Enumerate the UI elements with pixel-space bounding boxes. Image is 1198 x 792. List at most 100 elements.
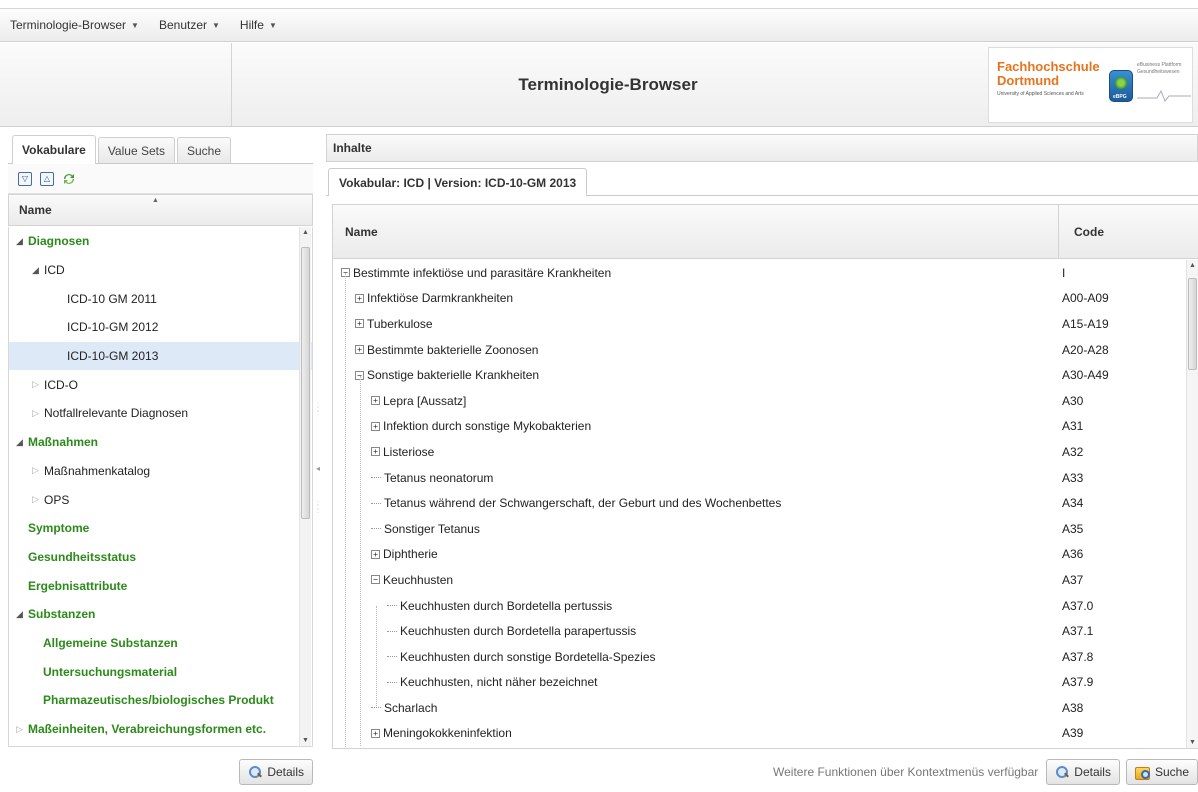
code-cell: A33 <box>1062 470 1084 485</box>
table-row[interactable]: − Keuchhusten A37 <box>333 567 1198 593</box>
table-row[interactable]: + Lepra [Aussatz] A30 <box>333 388 1198 414</box>
column-header-name[interactable]: Name <box>345 205 378 259</box>
concept-name: Diphtherie <box>383 547 438 562</box>
tree-item[interactable]: Untersuchungsmaterial <box>9 657 312 686</box>
tree-item[interactable]: ICD-10 GM 2011 <box>9 284 312 313</box>
search-button-label: Suche <box>1154 764 1189 779</box>
tree-item[interactable]: ▷ Maßnahmenkatalog <box>9 457 312 486</box>
menu-terminologie-browser[interactable]: Terminologie-Browser ▼ <box>10 18 139 32</box>
name-cell: Tetanus neonatorum <box>371 465 493 491</box>
grid-scrollbar[interactable]: ▲ ▼ <box>1186 260 1198 748</box>
expanded-triangle-icon[interactable]: ◢ <box>16 236 28 247</box>
expand-plus-icon[interactable]: + <box>371 447 380 457</box>
table-row[interactable]: Keuchhusten durch Bordetella parapertuss… <box>333 618 1198 644</box>
details-button[interactable]: Details <box>239 758 313 785</box>
expand-plus-icon[interactable]: + <box>371 421 380 431</box>
table-row[interactable]: Sonstiger Tetanus A35 <box>333 516 1198 542</box>
collapsed-triangle-icon[interactable]: ▷ <box>32 408 44 419</box>
menu-benutzer[interactable]: Benutzer ▼ <box>159 18 220 32</box>
collapse-all-icon[interactable]: △ <box>40 171 54 186</box>
table-row[interactable]: + Tuberkulose A15-A19 <box>333 311 1198 337</box>
scrollbar-thumb[interactable] <box>1188 278 1197 370</box>
expanded-triangle-icon[interactable]: ◢ <box>16 609 28 620</box>
name-cell: Keuchhusten durch sonstige Bordetella-Sp… <box>387 644 656 670</box>
tree-item[interactable]: ◢ Diagnosen <box>9 227 312 256</box>
table-row[interactable]: Keuchhusten durch sonstige Bordetella-Sp… <box>333 644 1198 670</box>
expand-plus-icon[interactable]: + <box>355 293 364 303</box>
expand-plus-icon[interactable]: + <box>371 396 380 406</box>
menu-bar: Terminologie-Browser ▼ Benutzer ▼ Hilfe ▼ <box>0 8 1198 42</box>
tree-item[interactable]: Pharmazeutisches/biologisches Produkt <box>9 686 312 715</box>
expanded-triangle-icon[interactable]: ◢ <box>16 437 28 448</box>
code-cell: A30-A49 <box>1062 368 1109 383</box>
concept-name: Bestimmte bakterielle Zoonosen <box>367 342 539 357</box>
table-row[interactable]: Tetanus während der Schwangerschaft, der… <box>333 490 1198 516</box>
tree-item[interactable]: ▷ Notfallrelevante Diagnosen <box>9 399 312 428</box>
tree-item[interactable]: ▷ OPS <box>9 485 312 514</box>
scrollbar-thumb[interactable] <box>301 247 310 519</box>
menu-hilfe[interactable]: Hilfe ▼ <box>240 18 277 32</box>
table-row[interactable]: + Diphtherie A36 <box>333 542 1198 568</box>
table-row[interactable]: Keuchhusten durch Bordetella pertussis A3… <box>333 593 1198 619</box>
scroll-up-icon[interactable]: ▲ <box>302 229 309 236</box>
tree-guide-line <box>360 376 361 746</box>
scroll-down-icon[interactable]: ▼ <box>302 737 309 744</box>
menu-label: Terminologie-Browser <box>10 18 127 32</box>
tree-item[interactable]: ◢ Maßnahmen <box>9 428 312 457</box>
table-row[interactable]: + Bestimmte bakterielle Zoonosen A20-A28 <box>333 337 1198 363</box>
tree-scrollbar[interactable]: ▲ ▼ <box>299 227 311 746</box>
tree-item[interactable]: Allgemeine Substanzen <box>9 629 312 658</box>
collapsed-triangle-icon[interactable]: ▷ <box>16 724 28 735</box>
tab-value-sets[interactable]: Value Sets <box>97 137 175 163</box>
tree-item[interactable]: ICD-10-GM 2013 <box>9 341 312 371</box>
collapse-left-icon[interactable]: ◂ <box>316 464 320 473</box>
concept-name: Infektiöse Darmkrankheiten <box>367 291 514 306</box>
tree-item[interactable]: ◢ ICD <box>9 256 312 285</box>
panel-splitter[interactable]: ::: ◂ ::: <box>314 134 324 789</box>
collapsed-triangle-icon[interactable]: ▷ <box>32 465 44 476</box>
expanded-triangle-icon[interactable]: ◢ <box>32 265 44 276</box>
table-row[interactable]: + Listeriose A32 <box>333 439 1198 465</box>
table-row[interactable]: − Sonstige bakterielle Krankheiten A30-A49 <box>333 362 1198 388</box>
collapsed-triangle-icon[interactable]: ▷ <box>32 379 44 390</box>
table-row[interactable]: Tetanus neonatorum A33 <box>333 465 1198 491</box>
column-header-code[interactable]: Code <box>1074 205 1104 259</box>
table-row[interactable]: + Meningokokkeninfektion A39 <box>333 721 1198 747</box>
scroll-down-icon[interactable]: ▼ <box>1189 739 1196 746</box>
scroll-up-icon[interactable]: ▲ <box>1189 262 1196 269</box>
expand-all-icon[interactable]: ▽ <box>18 171 32 186</box>
tab-vocabulary-version[interactable]: Vokabular: ICD | Version: ICD-10-GM 2013 <box>328 168 588 196</box>
expand-plus-icon[interactable]: + <box>371 728 380 738</box>
collapsed-triangle-icon[interactable]: ▷ <box>32 494 44 505</box>
search-button[interactable]: Suche <box>1125 758 1198 785</box>
refresh-icon[interactable] <box>62 172 76 186</box>
table-row[interactable]: Keuchhusten, nicht näher bezeichnet A37.9 <box>333 670 1198 696</box>
tree-item[interactable]: Ergebnisattribute <box>9 571 312 600</box>
collapse-minus-icon[interactable]: − <box>371 575 380 585</box>
table-row[interactable]: − Bestimmte infektiöse und parasitäre Kra… <box>333 260 1198 286</box>
concept-name: Sonstiger Tetanus <box>384 521 480 536</box>
tree-item[interactable]: ▷ Maßeinheiten, Verabreichungsformen etc. <box>9 715 312 744</box>
tab-suche[interactable]: Suche <box>176 137 231 163</box>
concept-name: Scharlach <box>384 700 438 715</box>
code-cell: I <box>1062 265 1066 280</box>
expand-plus-icon[interactable]: + <box>355 319 364 329</box>
tree-item-label: Allgemeine Substanzen <box>43 635 178 650</box>
tree-item[interactable]: ▷ ICD-O <box>9 370 312 399</box>
tab-vokabulare[interactable]: Vokabulare <box>12 135 96 164</box>
tree-item[interactable]: Gesundheitsstatus <box>9 543 312 572</box>
expand-plus-icon[interactable]: + <box>355 345 364 355</box>
table-row[interactable]: + Infektion durch sonstige Mykobakterien A… <box>333 414 1198 440</box>
tree-item[interactable]: ◢ Substanzen <box>9 600 312 629</box>
tree-connector <box>387 656 397 658</box>
tree-item[interactable]: Symptome <box>9 514 312 543</box>
tree-item[interactable]: ICD-10-GM 2012 <box>9 313 312 342</box>
table-row[interactable]: Scharlach A38 <box>333 695 1198 721</box>
concept-name: Sonstige bakterielle Krankheiten <box>367 368 540 383</box>
details-button[interactable]: Details <box>1046 758 1120 785</box>
table-row[interactable]: + Infektiöse Darmkrankheiten A00-A09 <box>333 286 1198 312</box>
page-title: Terminologie-Browser <box>518 75 698 94</box>
name-cell: Tetanus während der Schwangerschaft, der… <box>371 490 781 516</box>
expand-plus-icon[interactable]: + <box>371 549 380 559</box>
tree-column-header[interactable]: Name ▲ <box>8 194 313 226</box>
